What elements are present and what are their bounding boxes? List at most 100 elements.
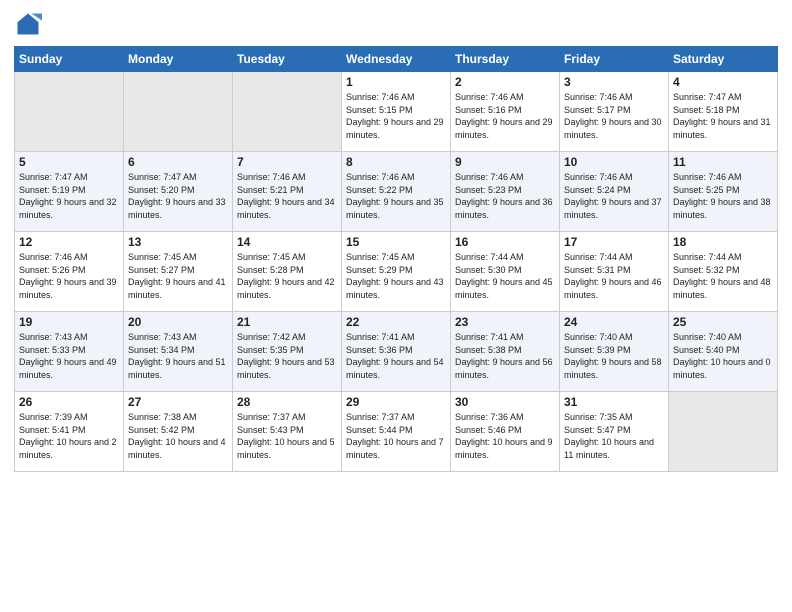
- daylight-text: Daylight: 9 hours and 29 minutes.: [346, 117, 444, 140]
- day-info: Sunrise: 7:46 AMSunset: 5:24 PMDaylight:…: [564, 171, 664, 221]
- day-info: Sunrise: 7:38 AMSunset: 5:42 PMDaylight:…: [128, 411, 228, 461]
- day-cell: 18Sunrise: 7:44 AMSunset: 5:32 PMDayligh…: [669, 232, 778, 312]
- day-number: 1: [346, 75, 446, 89]
- sunrise-text: Sunrise: 7:46 AM: [346, 172, 415, 182]
- daylight-text: Daylight: 9 hours and 29 minutes.: [455, 117, 553, 140]
- day-number: 10: [564, 155, 664, 169]
- day-number: 12: [19, 235, 119, 249]
- header: [14, 10, 778, 38]
- day-number: 17: [564, 235, 664, 249]
- day-number: 25: [673, 315, 773, 329]
- day-number: 5: [19, 155, 119, 169]
- day-number: 31: [564, 395, 664, 409]
- daylight-text: Daylight: 9 hours and 58 minutes.: [564, 357, 662, 380]
- day-info: Sunrise: 7:47 AMSunset: 5:18 PMDaylight:…: [673, 91, 773, 141]
- sunset-text: Sunset: 5:17 PM: [564, 105, 631, 115]
- header-cell-thursday: Thursday: [451, 47, 560, 72]
- sunset-text: Sunset: 5:15 PM: [346, 105, 413, 115]
- day-info: Sunrise: 7:39 AMSunset: 5:41 PMDaylight:…: [19, 411, 119, 461]
- sunset-text: Sunset: 5:28 PM: [237, 265, 304, 275]
- sunset-text: Sunset: 5:30 PM: [455, 265, 522, 275]
- day-cell: 6Sunrise: 7:47 AMSunset: 5:20 PMDaylight…: [124, 152, 233, 232]
- day-info: Sunrise: 7:46 AM Sunset: 5:15 PM Daylight:…: [346, 91, 446, 141]
- day-info: Sunrise: 7:44 AMSunset: 5:31 PMDaylight:…: [564, 251, 664, 301]
- sunset-text: Sunset: 5:39 PM: [564, 345, 631, 355]
- daylight-text: Daylight: 9 hours and 45 minutes.: [455, 277, 553, 300]
- sunset-text: Sunset: 5:23 PM: [455, 185, 522, 195]
- day-cell: 11Sunrise: 7:46 AMSunset: 5:25 PMDayligh…: [669, 152, 778, 232]
- header-cell-friday: Friday: [560, 47, 669, 72]
- sunset-text: Sunset: 5:36 PM: [346, 345, 413, 355]
- day-info: Sunrise: 7:40 AMSunset: 5:40 PMDaylight:…: [673, 331, 773, 381]
- sunrise-text: Sunrise: 7:46 AM: [455, 92, 524, 102]
- day-info: Sunrise: 7:47 AMSunset: 5:20 PMDaylight:…: [128, 171, 228, 221]
- page: SundayMondayTuesdayWednesdayThursdayFrid…: [0, 0, 792, 612]
- day-cell: 31 Sunrise: 7:35 AMSunset: 5:47 PMDayligh…: [560, 392, 669, 472]
- day-info: Sunrise: 7:46 AMSunset: 5:16 PMDaylight:…: [455, 91, 555, 141]
- sunrise-text: Sunrise: 7:37 AM: [237, 412, 306, 422]
- day-cell: 21Sunrise: 7:42 AMSunset: 5:35 PMDayligh…: [233, 312, 342, 392]
- day-cell: 13Sunrise: 7:45 AMSunset: 5:27 PMDayligh…: [124, 232, 233, 312]
- sunset-text: Sunset: 5:46 PM: [455, 425, 522, 435]
- sunrise-text: Sunrise: 7:35 AM: [564, 412, 633, 422]
- sunrise-text: Sunrise: 7:46 AM: [455, 172, 524, 182]
- day-info: Sunrise: 7:37 AMSunset: 5:43 PMDaylight:…: [237, 411, 337, 461]
- sunset-text: Sunset: 5:33 PM: [19, 345, 86, 355]
- daylight-text: Daylight: 9 hours and 39 minutes.: [19, 277, 117, 300]
- day-number: 16: [455, 235, 555, 249]
- daylight-text: Daylight: 9 hours and 54 minutes.: [346, 357, 444, 380]
- sunrise-text: Sunrise: 7:46 AM: [346, 92, 415, 102]
- sunrise-text: Sunrise: 7:41 AM: [455, 332, 524, 342]
- day-cell: 15Sunrise: 7:45 AMSunset: 5:29 PMDayligh…: [342, 232, 451, 312]
- sunrise-text: Sunrise: 7:45 AM: [346, 252, 415, 262]
- sunrise-text: Sunrise: 7:46 AM: [564, 172, 633, 182]
- day-number: 29: [346, 395, 446, 409]
- day-cell: 17 Sunrise: 7:44 AMSunset: 5:31 PMDayligh…: [560, 232, 669, 312]
- day-cell: 20Sunrise: 7:43 AMSunset: 5:34 PMDayligh…: [124, 312, 233, 392]
- sunrise-text: Sunrise: 7:47 AM: [19, 172, 88, 182]
- day-info: Sunrise: 7:46 AMSunset: 5:17 PMDaylight:…: [564, 91, 664, 141]
- daylight-text: Daylight: 9 hours and 43 minutes.: [346, 277, 444, 300]
- day-number: 4: [673, 75, 773, 89]
- day-cell: 29 Sunrise: 7:37 AMSunset: 5:44 PMDayligh…: [342, 392, 451, 472]
- daylight-text: Daylight: 9 hours and 36 minutes.: [455, 197, 553, 220]
- day-cell: [124, 72, 233, 152]
- calendar-table: SundayMondayTuesdayWednesdayThursdayFrid…: [14, 46, 778, 472]
- header-cell-monday: Monday: [124, 47, 233, 72]
- sunrise-text: Sunrise: 7:46 AM: [237, 172, 306, 182]
- day-cell: [669, 392, 778, 472]
- day-cell: 8Sunrise: 7:46 AMSunset: 5:22 PMDaylight…: [342, 152, 451, 232]
- day-cell: 27 Sunrise: 7:38 AMSunset: 5:42 PMDayligh…: [124, 392, 233, 472]
- sunrise-text: Sunrise: 7:45 AM: [128, 252, 197, 262]
- day-number: 27: [128, 395, 228, 409]
- day-number: 14: [237, 235, 337, 249]
- day-number: 19: [19, 315, 119, 329]
- sunrise-text: Sunrise: 7:41 AM: [346, 332, 415, 342]
- sunset-text: Sunset: 5:31 PM: [564, 265, 631, 275]
- day-info: Sunrise: 7:37 AMSunset: 5:44 PMDaylight:…: [346, 411, 446, 461]
- header-cell-sunday: Sunday: [15, 47, 124, 72]
- sunset-text: Sunset: 5:41 PM: [19, 425, 86, 435]
- sunrise-text: Sunrise: 7:46 AM: [19, 252, 88, 262]
- day-cell: [15, 72, 124, 152]
- day-number: 30: [455, 395, 555, 409]
- daylight-text: Daylight: 9 hours and 46 minutes.: [564, 277, 662, 300]
- sunrise-text: Sunrise: 7:42 AM: [237, 332, 306, 342]
- day-info: Sunrise: 7:35 AMSunset: 5:47 PMDaylight:…: [564, 411, 664, 461]
- daylight-text: Daylight: 9 hours and 30 minutes.: [564, 117, 662, 140]
- day-cell: 1 Sunrise: 7:46 AM Sunset: 5:15 PM Daylight…: [342, 72, 451, 152]
- day-info: Sunrise: 7:46 AMSunset: 5:26 PMDaylight:…: [19, 251, 119, 301]
- sunrise-text: Sunrise: 7:47 AM: [128, 172, 197, 182]
- sunrise-text: Sunrise: 7:43 AM: [128, 332, 197, 342]
- day-number: 7: [237, 155, 337, 169]
- header-cell-tuesday: Tuesday: [233, 47, 342, 72]
- day-cell: 30Sunrise: 7:36 AMSunset: 5:46 PMDayligh…: [451, 392, 560, 472]
- day-number: 8: [346, 155, 446, 169]
- daylight-text: Daylight: 9 hours and 48 minutes.: [673, 277, 771, 300]
- daylight-text: Daylight: 9 hours and 53 minutes.: [237, 357, 335, 380]
- sunset-text: Sunset: 5:35 PM: [237, 345, 304, 355]
- sunset-text: Sunset: 5:43 PM: [237, 425, 304, 435]
- sunrise-text: Sunrise: 7:43 AM: [19, 332, 88, 342]
- day-cell: 22Sunrise: 7:41 AMSunset: 5:36 PMDayligh…: [342, 312, 451, 392]
- day-number: 3: [564, 75, 664, 89]
